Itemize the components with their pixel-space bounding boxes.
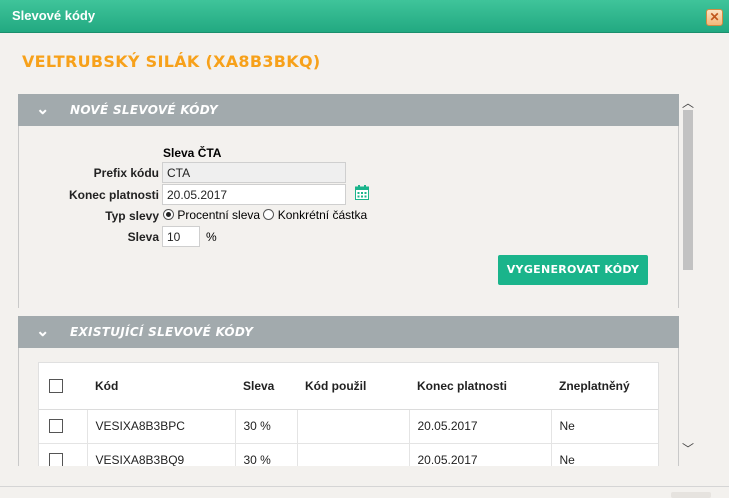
- chevron-down-icon: ⌄: [36, 101, 50, 118]
- cell-used-by: [297, 409, 410, 444]
- column-header[interactable]: Kód použil: [297, 363, 409, 410]
- radio-amount-label: Konkrétní částka: [277, 208, 368, 222]
- column-header[interactable]: Kód: [87, 363, 235, 410]
- close-icon[interactable]: ✕: [706, 9, 723, 26]
- cell-code: VESIXA8B3BPC: [87, 409, 236, 444]
- row-checkbox[interactable]: [49, 419, 63, 434]
- page-title: VELTRUBSKÝ SILÁK (XA8B3BKQ): [22, 52, 321, 71]
- row-checkbox[interactable]: [49, 453, 63, 466]
- cell-discount: 30 %: [235, 409, 298, 444]
- table-header-row: Kód Sleva Kód použil Konec platnosti Zne…: [39, 363, 658, 410]
- cell-end: 20.05.2017: [409, 443, 552, 466]
- calendar-icon[interactable]: [355, 185, 369, 200]
- cell-used-by: [297, 443, 410, 466]
- scroll-down-icon[interactable]: ﹀: [682, 440, 694, 457]
- column-header[interactable]: Zneplatněný: [551, 363, 658, 410]
- section-new-codes-header[interactable]: ⌄ NOVÉ SLEVOVÉ KÓDY: [18, 94, 679, 126]
- prefix-field[interactable]: CTA: [162, 162, 346, 183]
- generate-codes-button[interactable]: VYGENEROVAT KÓDY: [498, 255, 648, 285]
- column-header[interactable]: Sleva: [235, 363, 297, 410]
- end-date-field[interactable]: 20.05.2017: [162, 184, 346, 205]
- radio-percent-label: Procentní sleva: [177, 208, 261, 222]
- end-date-label: Konec platnosti: [68, 188, 159, 202]
- select-all-checkbox[interactable]: [49, 379, 63, 394]
- radio-amount[interactable]: [263, 209, 275, 220]
- chevron-down-icon: ⌄: [36, 323, 50, 340]
- discount-type-group: Procentní sleva Konkrétní částka: [163, 208, 367, 222]
- codes-table: Kód Sleva Kód použil Konec platnosti Zne…: [38, 362, 659, 466]
- table-row: VESIXA8B3BQ9 30 % 20.05.2017 Ne: [39, 443, 658, 466]
- scrollbar-thumb[interactable]: [683, 110, 693, 270]
- table-row: VESIXA8B3BPC 30 % 20.05.2017 Ne: [39, 409, 658, 444]
- cell-invalid: Ne: [551, 443, 658, 466]
- cell-invalid: Ne: [551, 409, 658, 444]
- footer-button[interactable]: [671, 492, 711, 498]
- column-header[interactable]: Konec platnosti: [409, 363, 551, 410]
- section-existing-codes-header[interactable]: ⌄ EXISTUJÍCÍ SLEVOVÉ KÓDY: [18, 316, 679, 348]
- form-subtitle: Sleva ČTA: [163, 146, 222, 160]
- cell-discount: 30 %: [235, 443, 298, 466]
- prefix-label: Prefix kódu: [93, 166, 159, 180]
- cell-end: 20.05.2017: [409, 409, 552, 444]
- discount-label: Sleva: [127, 230, 159, 244]
- window-title: Slevové kódy: [12, 8, 96, 23]
- radio-percent[interactable]: [163, 209, 174, 220]
- title-bar: Slevové kódy ✕: [0, 0, 729, 33]
- section-title: NOVÉ SLEVOVÉ KÓDY: [70, 103, 219, 117]
- discount-unit: %: [206, 230, 217, 244]
- scroll-up-icon[interactable]: ︿: [682, 94, 694, 111]
- discount-field[interactable]: 10: [162, 226, 200, 247]
- dialog-footer: [0, 486, 729, 498]
- panel-area: ⌄ NOVÉ SLEVOVÉ KÓDY Sleva ČTA Prefix kód…: [18, 94, 679, 466]
- section-title: EXISTUJÍCÍ SLEVOVÉ KÓDY: [70, 325, 254, 339]
- cell-code: VESIXA8B3BQ9: [87, 443, 236, 466]
- vertical-scrollbar[interactable]: ︿ ﹀: [679, 94, 697, 466]
- discount-type-label: Typ slevy: [105, 209, 159, 223]
